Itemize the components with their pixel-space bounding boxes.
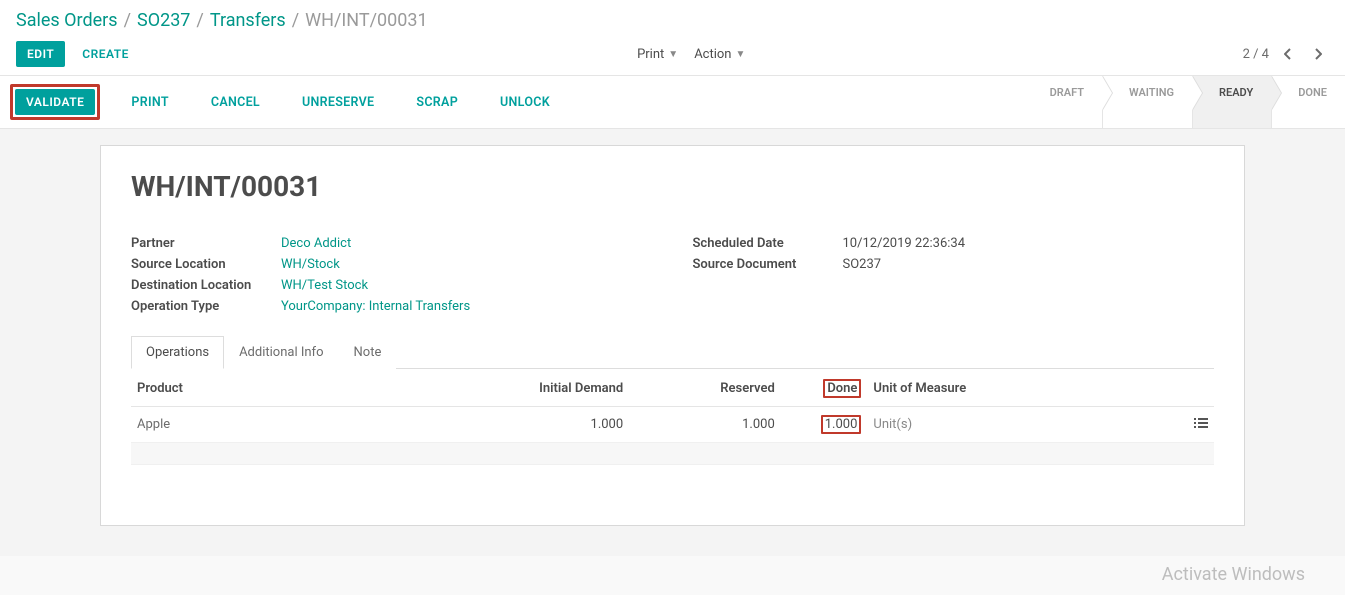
- status-waiting[interactable]: WAITING: [1102, 76, 1192, 128]
- cell-uom: Unit(s): [867, 407, 1149, 443]
- breadcrumb: Sales Orders / SO237 / Transfers / WH/IN…: [16, 6, 1329, 37]
- pager-prev-button[interactable]: [1277, 43, 1299, 65]
- source-location-value[interactable]: WH/Stock: [281, 257, 340, 272]
- cell-reserved: 1.000: [629, 407, 781, 443]
- col-uom[interactable]: Unit of Measure: [867, 369, 1149, 407]
- tab-operations[interactable]: Operations: [131, 336, 224, 369]
- validate-highlight: VALIDATE: [10, 84, 100, 120]
- col-reserved[interactable]: Reserved: [629, 369, 781, 407]
- print-label: Print: [637, 47, 664, 62]
- scheduled-date-label: Scheduled Date: [693, 236, 843, 251]
- source-location-label: Source Location: [131, 257, 281, 272]
- unlock-button[interactable]: UNLOCK: [489, 89, 561, 116]
- action-dropdown[interactable]: Action ▼: [694, 47, 745, 62]
- breadcrumb-sales-orders[interactable]: Sales Orders: [16, 10, 118, 31]
- unreserve-button[interactable]: UNRESERVE: [291, 89, 385, 116]
- scrap-button[interactable]: SCRAP: [405, 89, 469, 116]
- action-label: Action: [694, 47, 731, 62]
- chevron-right-icon: [1314, 48, 1322, 60]
- pager-text: 2 / 4: [1243, 47, 1269, 62]
- row-details-button[interactable]: [1149, 407, 1214, 443]
- list-icon: [1194, 417, 1208, 429]
- tab-note[interactable]: Note: [339, 336, 397, 369]
- partner-label: Partner: [131, 236, 281, 251]
- chevron-down-icon: ▼: [735, 49, 745, 60]
- breadcrumb-order[interactable]: SO237: [137, 10, 190, 31]
- cancel-button[interactable]: CANCEL: [200, 89, 271, 116]
- operation-type-label: Operation Type: [131, 299, 281, 314]
- breadcrumb-separator: /: [124, 10, 131, 31]
- operations-table: Product Initial Demand Reserved Done Uni…: [131, 369, 1214, 465]
- tab-additional-info[interactable]: Additional Info: [224, 336, 338, 369]
- col-product[interactable]: Product: [131, 369, 478, 407]
- status-draft[interactable]: DRAFT: [1024, 76, 1102, 128]
- breadcrumb-separator: /: [292, 10, 299, 31]
- source-document-label: Source Document: [693, 257, 843, 272]
- status-ready[interactable]: READY: [1192, 76, 1271, 128]
- cell-product: Apple: [131, 407, 478, 443]
- chevron-down-icon: ▼: [668, 49, 678, 60]
- table-footer-row: [131, 443, 1214, 465]
- pager-next-button[interactable]: [1307, 43, 1329, 65]
- windows-watermark: Activate Windows: [1162, 564, 1305, 585]
- breadcrumb-transfers[interactable]: Transfers: [210, 10, 286, 31]
- breadcrumb-current: WH/INT/00031: [305, 10, 427, 31]
- cell-initial: 1.000: [478, 407, 630, 443]
- destination-location-value[interactable]: WH/Test Stock: [281, 278, 368, 293]
- edit-button[interactable]: EDIT: [16, 41, 65, 67]
- record-sheet: WH/INT/00031 Partner Deco Addict Source …: [100, 145, 1245, 526]
- status-done[interactable]: DONE: [1271, 76, 1345, 128]
- chevron-left-icon: [1284, 48, 1292, 60]
- operation-type-value[interactable]: YourCompany: Internal Transfers: [281, 299, 470, 314]
- col-initial-demand[interactable]: Initial Demand: [478, 369, 630, 407]
- col-done[interactable]: Done: [781, 369, 868, 407]
- cell-done: 1.000: [781, 407, 868, 443]
- create-button[interactable]: CREATE: [71, 41, 140, 67]
- partner-value[interactable]: Deco Addict: [281, 236, 351, 251]
- table-row[interactable]: Apple 1.000 1.000 1.000 Unit(s): [131, 407, 1214, 443]
- scheduled-date-value: 10/12/2019 22:36:34: [843, 236, 966, 251]
- print-button[interactable]: PRINT: [120, 89, 179, 116]
- breadcrumb-separator: /: [196, 10, 203, 31]
- print-dropdown[interactable]: Print ▼: [637, 47, 678, 62]
- destination-location-label: Destination Location: [131, 278, 281, 293]
- done-cell-highlight: 1.000: [821, 415, 862, 434]
- validate-button[interactable]: VALIDATE: [15, 89, 95, 115]
- record-title: WH/INT/00031: [131, 170, 1214, 203]
- done-header-highlight: Done: [823, 379, 861, 398]
- source-document-value: SO237: [843, 257, 882, 272]
- status-bar: DRAFT WAITING READY DONE: [1024, 76, 1345, 128]
